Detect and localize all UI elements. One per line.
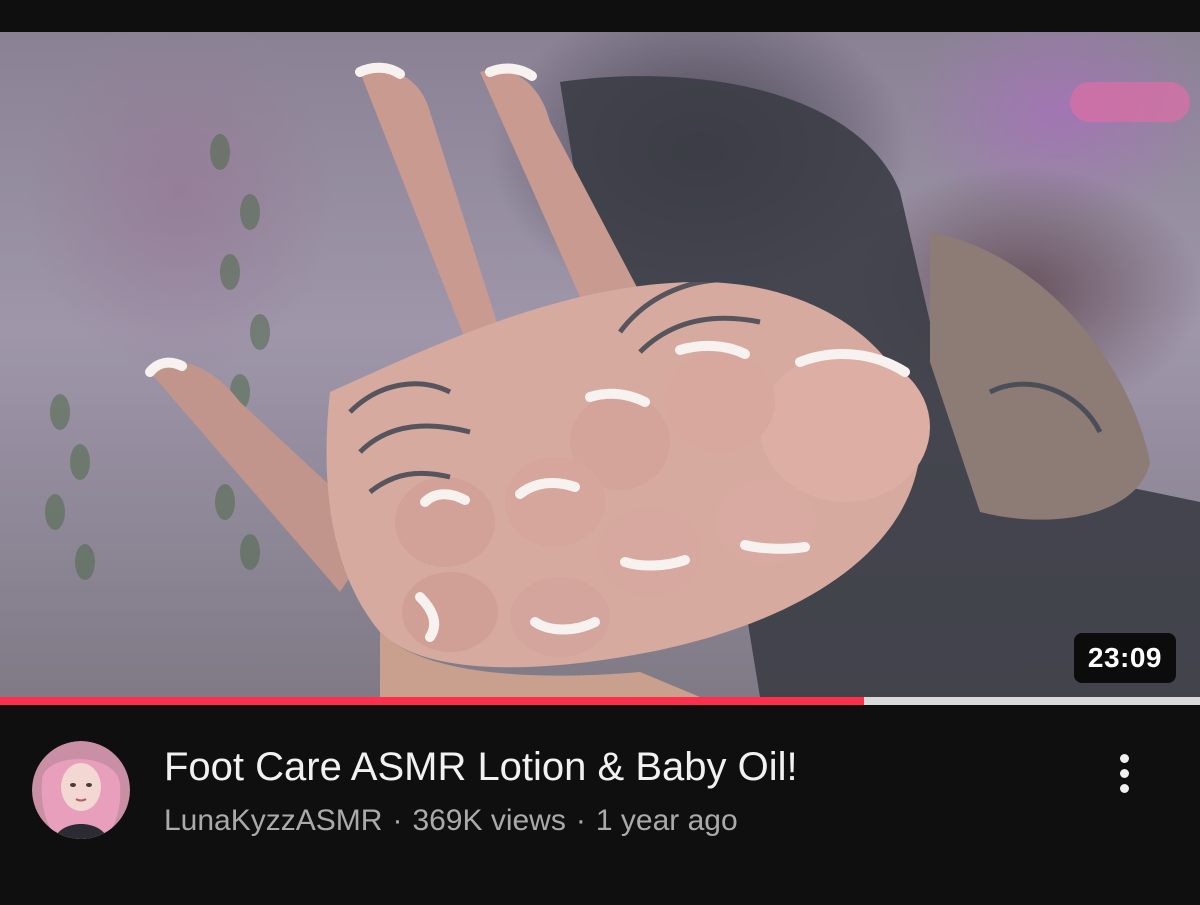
separator: · [392, 804, 403, 837]
vertical-ellipsis-icon [1119, 783, 1129, 793]
vertical-ellipsis-icon [1119, 753, 1129, 763]
video-thumbnail[interactable]: 23:09 [0, 32, 1200, 697]
channel-avatar[interactable] [32, 741, 130, 839]
view-count: 369K views [412, 804, 566, 837]
video-card: 23:09 Foot Care ASMR Lotion & Baby Oil! … [0, 0, 1200, 905]
upload-age: 1 year ago [595, 804, 738, 837]
watch-progress-bar [0, 697, 1200, 705]
duration-badge: 23:09 [1073, 633, 1176, 683]
video-details: Foot Care ASMR Lotion & Baby Oil! LunaKy… [0, 705, 1200, 905]
more-options-button[interactable] [1100, 749, 1148, 797]
video-title[interactable]: Foot Care ASMR Lotion & Baby Oil! [164, 743, 1084, 791]
watch-progress-fill [0, 697, 864, 705]
avatar-image [32, 741, 130, 839]
video-metadata: LunaKyzzASMR · 369K views · 1 year ago [164, 803, 1064, 839]
vertical-ellipsis-icon [1119, 768, 1129, 778]
separator: · [575, 804, 586, 837]
thumbnail-image [45, 62, 1200, 697]
top-bar [0, 0, 1200, 32]
channel-name[interactable]: LunaKyzzASMR [164, 804, 382, 837]
